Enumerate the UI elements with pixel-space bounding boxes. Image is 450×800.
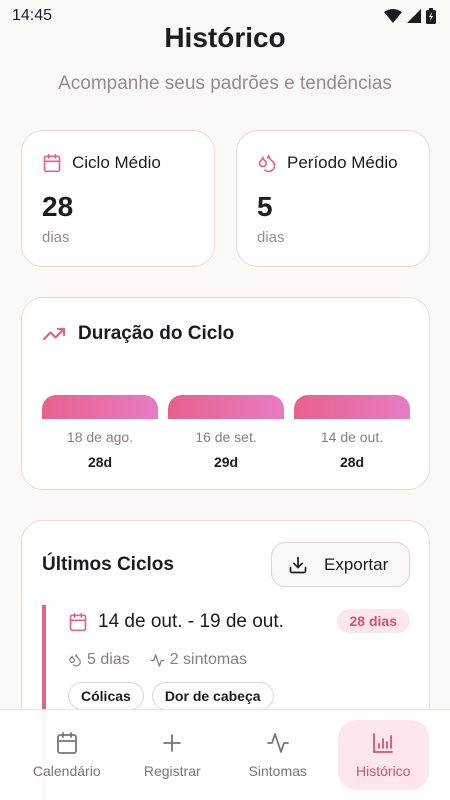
chart-bar — [168, 395, 284, 419]
chart-bar-value: 29d — [213, 454, 239, 470]
droplets-icon — [69, 654, 81, 667]
nav-label-register: Registrar — [143, 763, 201, 779]
nav-label-symptoms: Sintomas — [248, 763, 307, 779]
nav-label-calendar: Calendário — [32, 763, 101, 779]
calendar-icon — [56, 732, 77, 754]
droplets-icon — [258, 154, 276, 173]
nav-label-history: Histórico — [356, 763, 411, 779]
symptom-tags: Cólicas Dor de cabeça — [68, 682, 274, 710]
activity-icon — [150, 653, 165, 667]
stat-unit-period: dias — [257, 229, 285, 246]
calendar-icon — [43, 153, 61, 173]
symptom-tag: Cólicas — [68, 682, 144, 710]
nav-item-symptoms[interactable]: Sintomas — [232, 720, 323, 790]
wifi-icon — [384, 9, 402, 23]
export-label: Exportar — [324, 554, 389, 574]
chart-bar — [42, 395, 158, 419]
nav-item-calendar[interactable]: Calendário — [21, 720, 112, 790]
stat-head-period: Período Médio — [257, 153, 398, 173]
stat-card-cycle: Ciclo Médio 28 dias — [21, 130, 215, 267]
stat-unit-cycle: dias — [42, 229, 70, 246]
cycle-range-text: 14 de out. - 19 de out. — [98, 611, 284, 632]
chart-bar-column: 16 de set. 29d — [168, 395, 284, 470]
cycle-period: 5 dias — [68, 651, 130, 669]
chart-bar-date: 16 de set. — [195, 429, 257, 445]
cycle-length-badge: 28 dias — [336, 609, 410, 633]
stat-label-cycle: Ciclo Médio — [72, 153, 161, 172]
cycle-duration-chart: Duração do Ciclo 18 de ago. 28d 16 de set.… — [21, 297, 430, 490]
cycle-symptoms-text: 2 sintomas — [169, 651, 248, 668]
nav-item-history[interactable]: Histórico — [337, 720, 429, 790]
stat-label-period: Período Médio — [287, 153, 398, 172]
page-subtitle: Acompanhe seus padrões e tendências — [58, 73, 392, 94]
trending-up-icon — [42, 327, 66, 341]
calendar-icon — [69, 612, 87, 632]
chart-bar-column: 14 de out. 28d — [294, 395, 410, 470]
plus-icon — [163, 734, 182, 752]
chart-title: Duração do Ciclo — [78, 323, 235, 344]
chart-header: Duração do Ciclo — [42, 322, 234, 346]
bottom-nav: Calendário Registrar Sintomas Histórico — [0, 709, 450, 800]
stat-head-cycle: Ciclo Médio — [42, 153, 161, 173]
symptom-tag: Dor de cabeça — [151, 682, 274, 710]
stat-card-period: Período Médio 5 dias — [236, 130, 430, 267]
cycle-symptoms: 2 sintomas — [150, 651, 247, 669]
download-icon — [289, 556, 307, 573]
stat-value-cycle: 28 — [42, 191, 74, 222]
chart-bar-date: 14 de out. — [320, 429, 384, 445]
page-title: Histórico — [164, 22, 286, 53]
stat-value-period: 5 — [257, 191, 273, 222]
export-button[interactable]: Exportar — [271, 542, 410, 587]
signal-icon — [407, 9, 421, 23]
chart-bar-date: 18 de ago. — [66, 429, 134, 445]
chart-bar-column: 18 de ago. 28d — [42, 395, 158, 470]
cycle-meta: 5 dias 2 sintomas — [68, 651, 247, 669]
chart-bar-value: 28d — [339, 454, 365, 470]
cycle-range: 14 de out. - 19 de out. — [68, 611, 284, 633]
chart-bar — [294, 395, 410, 419]
bar-chart-icon — [373, 733, 394, 753]
activity-icon — [266, 733, 289, 753]
chart-bar-value: 28d — [87, 454, 113, 470]
recent-cycles-title: Últimos Ciclos — [42, 554, 174, 575]
nav-item-register[interactable]: Registrar — [127, 720, 218, 790]
cycle-period-text: 5 dias — [87, 651, 130, 668]
chart-bars: 18 de ago. 28d 16 de set. 29d 14 de out. 28d — [42, 395, 410, 475]
